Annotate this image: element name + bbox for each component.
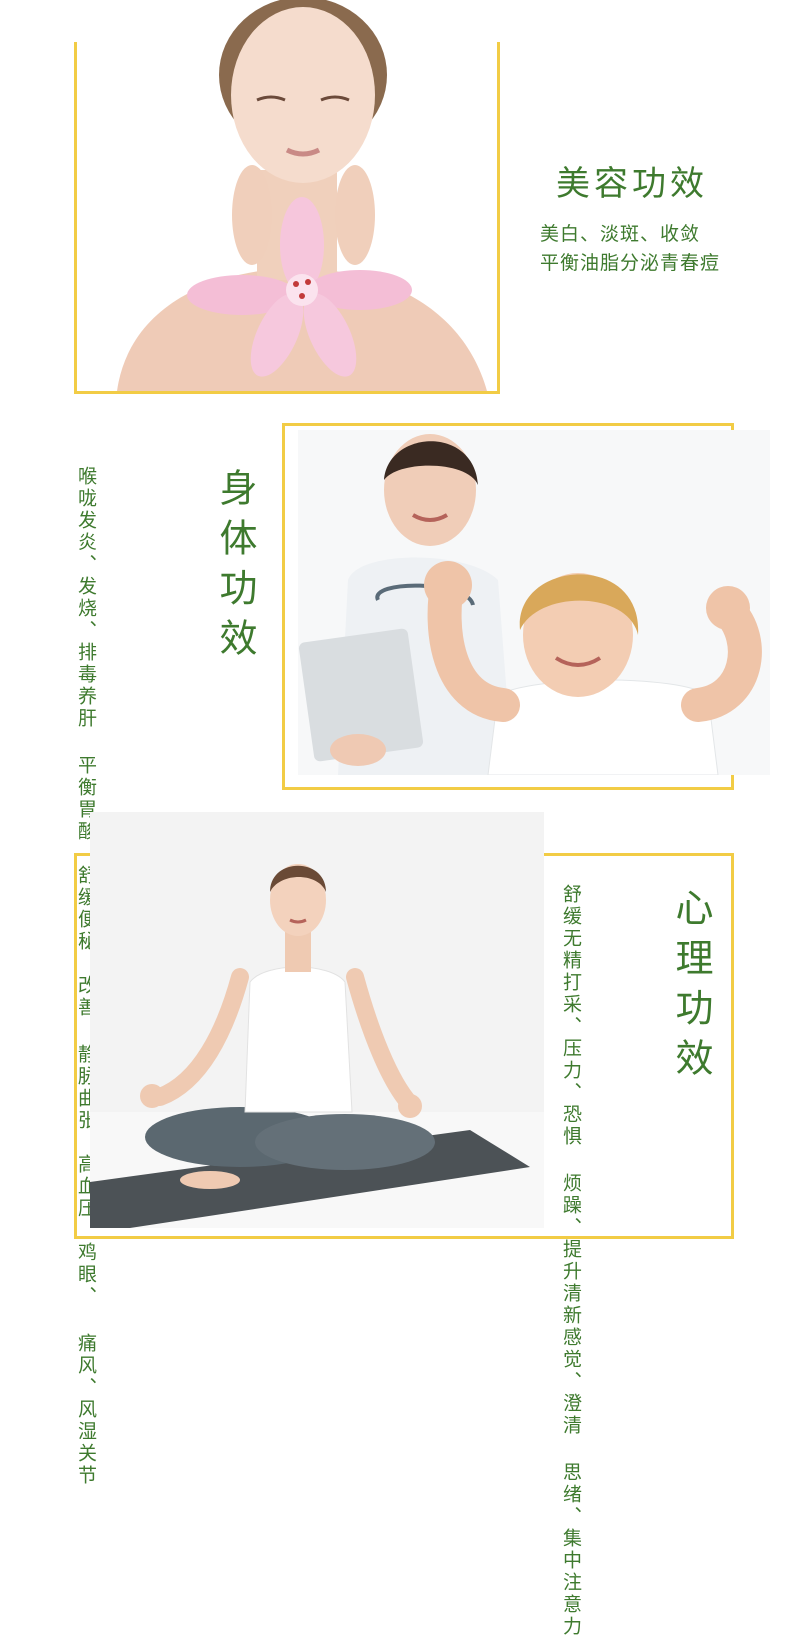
body-desc-line: 喉咙发炎、发烧、排毒养肝 (75, 466, 97, 730)
body-title: 身体功效 (213, 468, 257, 668)
body-photo (298, 430, 770, 775)
mind-desc-line: 思绪、集中注意力 (560, 1462, 582, 1638)
beauty-photo (77, 0, 497, 391)
mind-desc: 舒缓无精打采、压力、恐惧 烦躁、提升清新感觉、澄清 思绪、集中注意力 (555, 884, 586, 1638)
woman-meditating-image (90, 812, 544, 1228)
woman-with-lily-image (77, 0, 497, 391)
doctor-and-boy-image (298, 430, 770, 775)
body-desc-line: 痛风、风湿关节 (75, 1333, 97, 1487)
beauty-desc: 美白、淡斑、收敛 平衡油脂分泌青春痘 (540, 220, 720, 278)
beauty-desc-line: 平衡油脂分泌青春痘 (540, 252, 721, 274)
mind-desc-line: 舒缓无精打采、压力、恐惧 (560, 884, 582, 1148)
beauty-desc-line: 美白、淡斑、收敛 (540, 223, 701, 245)
mind-photo (90, 812, 544, 1228)
mind-desc-line: 烦躁、提升清新感觉、澄清 (560, 1173, 582, 1437)
beauty-title: 美容功效 (556, 164, 708, 204)
mind-title: 心理功效 (669, 888, 713, 1088)
